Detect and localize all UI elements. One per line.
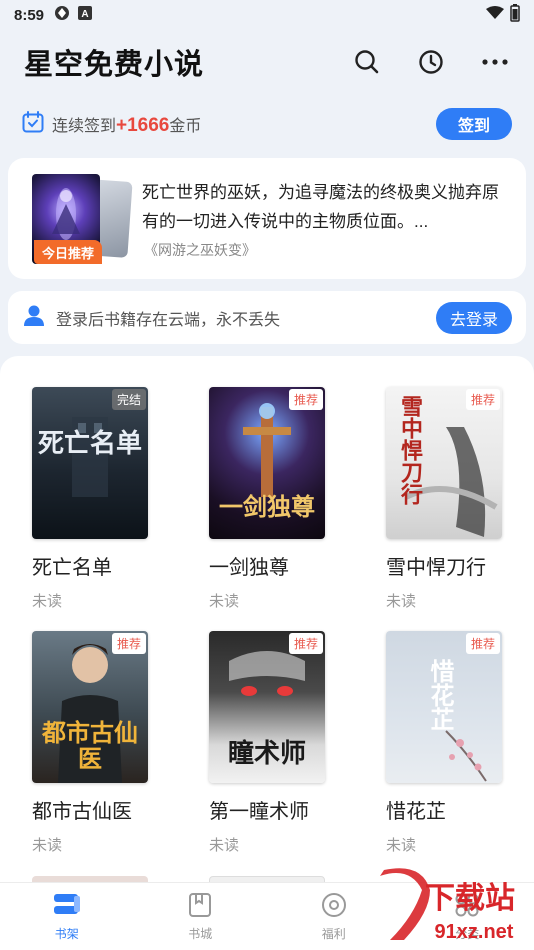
book-tag: 推荐 bbox=[465, 389, 500, 410]
login-prompt-bar: 登录后书籍存在云端，永不丢失 去登录 bbox=[8, 291, 526, 344]
book-cover: 推荐 都市古仙医 bbox=[32, 631, 148, 783]
book-read-status: 未读 bbox=[209, 593, 240, 610]
book-name: 死亡名单 bbox=[32, 557, 112, 579]
app-title: 星空免费小说 bbox=[24, 49, 205, 81]
nav-bookstore[interactable]: 书城 bbox=[134, 883, 268, 950]
book-cover-title: 都市古仙医 bbox=[42, 720, 138, 773]
book-cover-title: 一剑独尊 bbox=[219, 494, 315, 521]
wifi-icon bbox=[486, 6, 504, 24]
book-tag: 推荐 bbox=[288, 389, 323, 410]
book-read-status: 未读 bbox=[209, 837, 240, 854]
svg-text:A: A bbox=[81, 9, 88, 20]
history-clock-icon[interactable] bbox=[416, 47, 446, 77]
nav-label: 书城 bbox=[188, 926, 213, 941]
status-bar: 8:59 A bbox=[0, 0, 534, 30]
book-cover: 完结 死亡名单 bbox=[32, 387, 148, 539]
header-actions bbox=[352, 47, 510, 77]
book-read-status: 未读 bbox=[386, 593, 417, 610]
book-item[interactable]: 推荐 一剑独尊 一剑独尊 未读 bbox=[209, 387, 325, 611]
bookshelf-icon bbox=[52, 892, 82, 921]
book-item[interactable]: 推荐 惜花芷 惜花芷 未读 bbox=[386, 631, 502, 855]
calendar-check-icon bbox=[22, 110, 44, 138]
checkin-label: 连续签到+1666金币 bbox=[52, 112, 201, 137]
daily-recommend-badge: 今日推荐 bbox=[34, 240, 102, 264]
checkin-row: 连续签到+1666金币 签到 bbox=[0, 106, 534, 142]
book-name: 一剑独尊 bbox=[209, 557, 289, 579]
book-cover: 推荐 惜花芷 bbox=[386, 631, 502, 783]
login-button[interactable]: 去登录 bbox=[436, 301, 512, 334]
book-cover-title: 瞳术师 bbox=[227, 738, 306, 768]
gift-circle-icon bbox=[321, 892, 347, 921]
more-icon[interactable] bbox=[480, 47, 510, 77]
book-item[interactable]: 完结 死亡名单 死亡名单 未读 bbox=[32, 387, 148, 611]
book-item[interactable]: 推荐 都市古仙医 都市古仙医 未读 bbox=[32, 631, 148, 855]
checkin-button[interactable]: 签到 bbox=[436, 108, 512, 140]
book-item[interactable]: 推荐 雪中悍刀行 雪中悍刀行 未读 bbox=[386, 387, 502, 611]
book-read-status: 未读 bbox=[32, 593, 63, 610]
book-cover-title: 雪中悍刀行 bbox=[398, 395, 423, 505]
daily-recommend-card[interactable]: 今日推荐 死亡世界的巫妖，为追寻魔法的终极奥义抛弃原有的一切进入传说中的主物质位… bbox=[8, 158, 526, 279]
user-icon bbox=[22, 303, 46, 332]
book-icon bbox=[187, 892, 213, 921]
checkin-prefix: 连续签到 bbox=[52, 117, 117, 135]
app-header: 星空免费小说 bbox=[0, 36, 534, 88]
book-name: 都市古仙医 bbox=[32, 801, 132, 823]
watermark-url: 91xz.net bbox=[435, 921, 514, 943]
checkin-bonus: +1666 bbox=[116, 114, 170, 136]
recommend-book-title: 《网游之巫妖变》 bbox=[144, 242, 256, 258]
book-cover: 推荐 雪中悍刀行 bbox=[386, 387, 502, 539]
book-name: 第一瞳术师 bbox=[209, 801, 309, 823]
nav-bookshelf[interactable]: 书架 bbox=[0, 883, 134, 950]
book-name: 惜花芷 bbox=[386, 801, 446, 823]
site-watermark: 下载站 91xz.net bbox=[370, 866, 530, 946]
checkin-suffix: 金币 bbox=[169, 117, 202, 135]
book-tag: 完结 bbox=[111, 389, 146, 410]
app-notification-icon bbox=[54, 5, 70, 25]
book-cover: 推荐 瞳术师 bbox=[209, 631, 325, 783]
search-icon[interactable] bbox=[352, 47, 382, 77]
book-read-status: 未读 bbox=[386, 837, 417, 854]
login-prompt-text: 登录后书籍存在云端，永不丢失 bbox=[56, 311, 281, 329]
nav-label: 书架 bbox=[54, 926, 79, 941]
book-cover: 推荐 一剑独尊 bbox=[209, 387, 325, 539]
book-cover-title: 死亡名单 bbox=[37, 428, 142, 458]
a-notification-icon: A bbox=[78, 6, 93, 24]
book-name: 雪中悍刀行 bbox=[386, 557, 486, 579]
watermark-text: 下载站 bbox=[425, 882, 515, 915]
book-item[interactable]: 推荐 瞳术师 第一瞳术师 未读 bbox=[209, 631, 325, 855]
battery-icon bbox=[510, 4, 520, 26]
book-tag: 推荐 bbox=[288, 633, 323, 654]
book-read-status: 未读 bbox=[32, 837, 63, 854]
nav-label: 福利 bbox=[321, 926, 346, 941]
book-tag: 推荐 bbox=[465, 633, 500, 654]
recommend-description: 死亡世界的巫妖，为追寻魔法的终极奥义抛弃原有的一切进入传说中的主物质位面。... bbox=[142, 183, 499, 231]
status-time: 8:59 bbox=[14, 6, 45, 24]
book-cover-title: 惜花芷 bbox=[426, 659, 453, 731]
bookshelf-grid: 完结 死亡名单 死亡名单 未读 推荐 一剑独尊 一剑独尊 未读 推荐 雪中悍刀行… bbox=[0, 356, 534, 886]
book-tag: 推荐 bbox=[111, 633, 146, 654]
